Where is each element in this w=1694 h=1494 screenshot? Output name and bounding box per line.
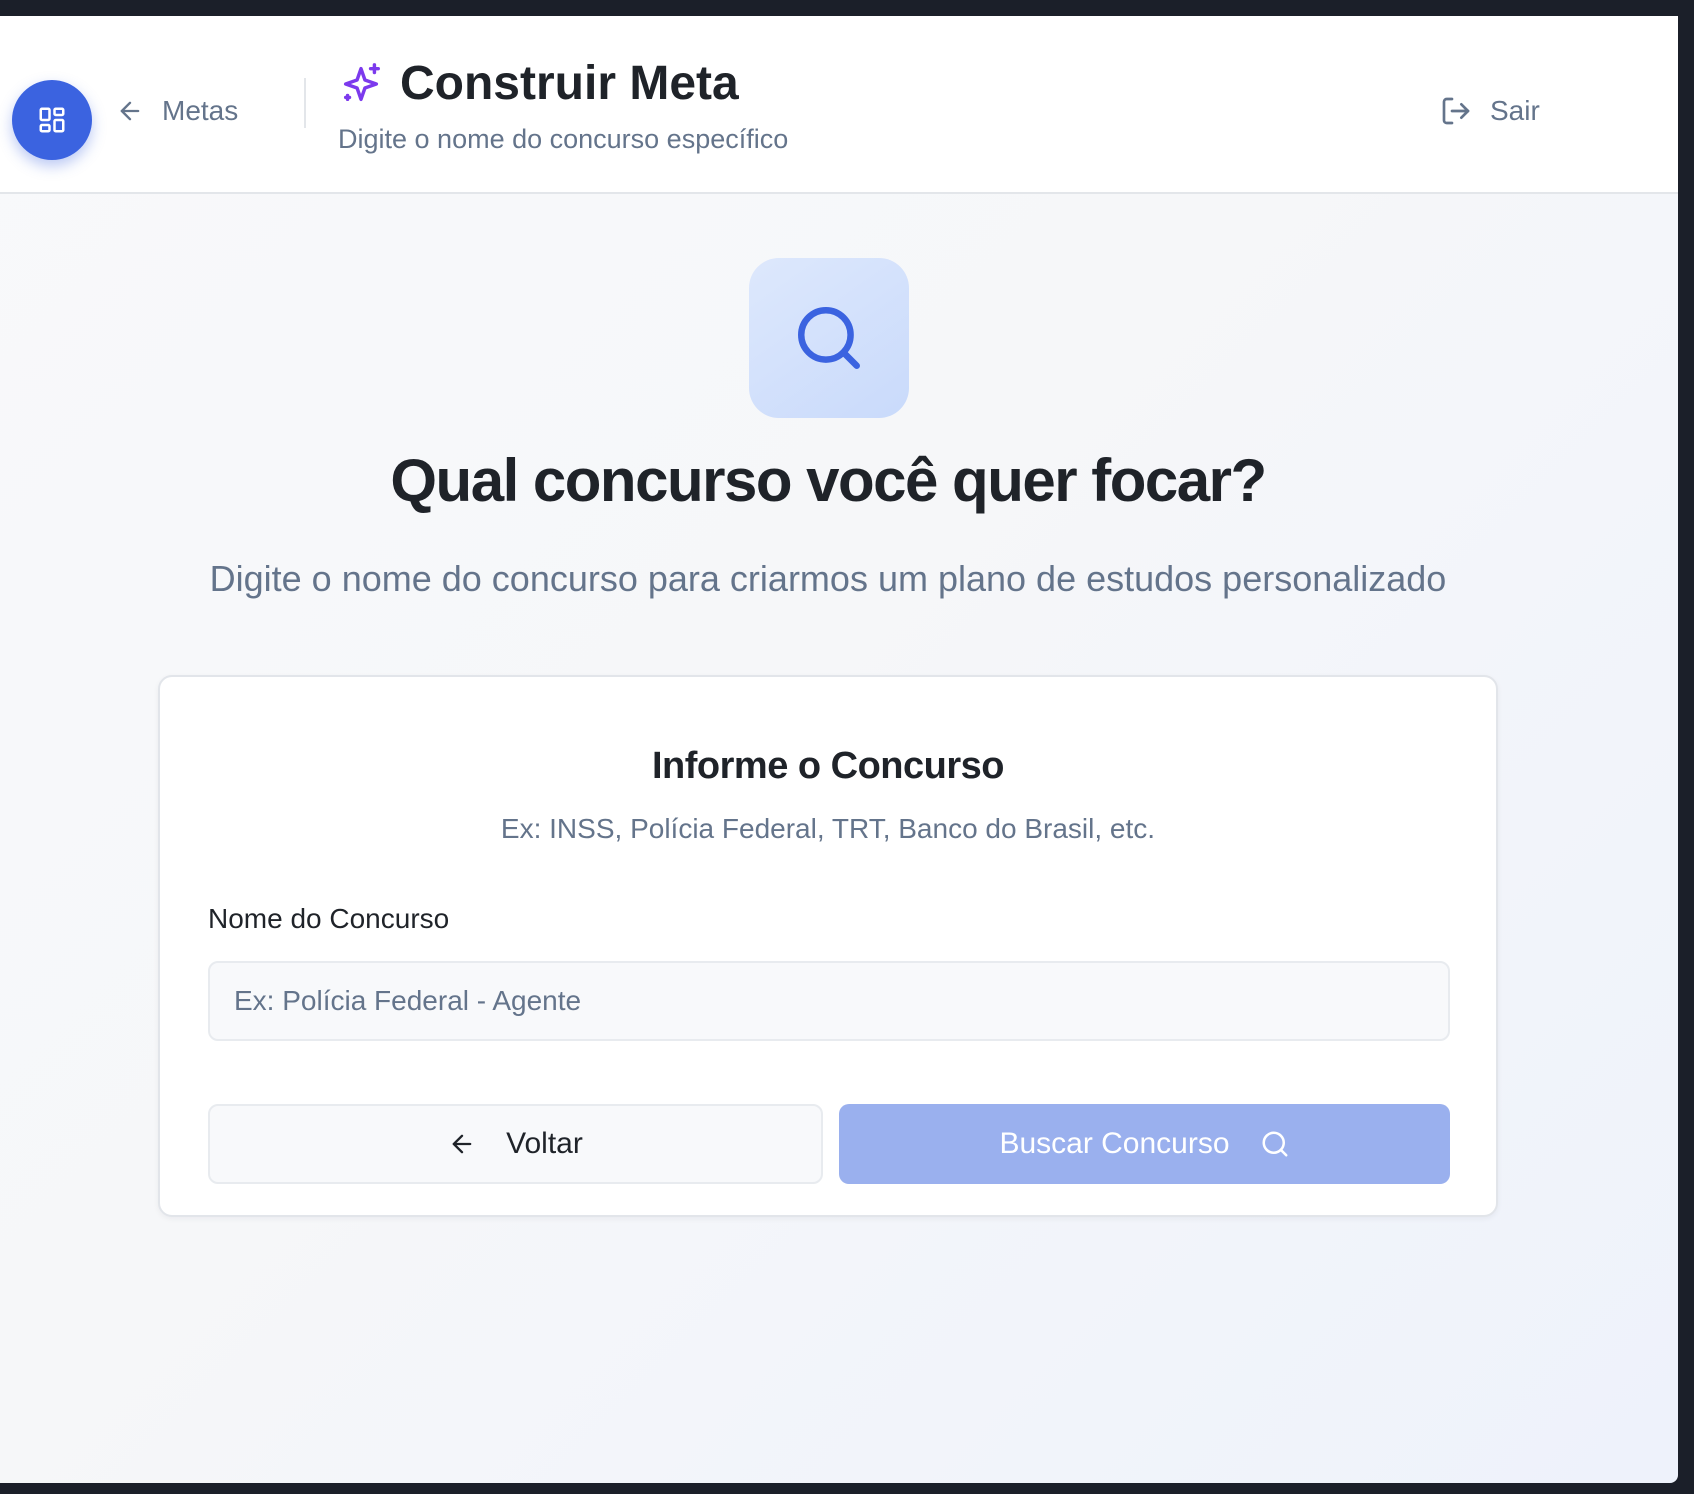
search-icon: [1260, 1129, 1290, 1159]
dashboard-grid-icon: [37, 105, 67, 135]
back-button-label: Voltar: [506, 1127, 583, 1160]
page-title-row: Construir Meta: [338, 56, 739, 111]
contest-name-label: Nome do Concurso: [208, 903, 450, 934]
back-button[interactable]: Voltar: [208, 1104, 823, 1184]
card-subtitle: Ex: INSS, Polícia Federal, TRT, Banco do…: [500, 813, 1156, 844]
contest-form-card: Informe o Concurso Ex: INSS, Polícia Fed…: [158, 675, 1498, 1217]
logout-label: Sair: [1490, 95, 1540, 126]
hero-title: Qual concurso você quer focar?: [390, 447, 1267, 514]
arrow-left-icon: [116, 97, 144, 125]
page-title: Construir Meta: [400, 57, 739, 110]
app-window: Metas Construir Meta Digite o nome do co…: [0, 16, 1678, 1483]
logout-button[interactable]: Sair: [1440, 86, 1540, 136]
hero-subtitle: Digite o nome do concurso para criarmos …: [209, 558, 1447, 599]
search-contest-button[interactable]: Buscar Concurso: [839, 1104, 1450, 1184]
search-button-label: Buscar Concurso: [999, 1127, 1230, 1160]
page-header: Metas Construir Meta Digite o nome do co…: [0, 16, 1678, 194]
page-subtitle: Digite o nome do concurso específico: [338, 124, 789, 154]
arrow-left-icon: [448, 1130, 476, 1158]
back-to-metas-link[interactable]: Metas: [116, 86, 238, 136]
sparkles-icon: [338, 61, 384, 107]
hero-search-tile: [749, 258, 909, 418]
dashboard-fab-button[interactable]: [12, 80, 92, 160]
back-link-label: Metas: [162, 95, 239, 126]
contest-name-input[interactable]: [208, 961, 1450, 1041]
search-icon: [792, 301, 866, 375]
card-title: Informe o Concurso: [651, 745, 1005, 787]
log-out-icon: [1440, 95, 1472, 127]
header-divider: [304, 78, 306, 128]
